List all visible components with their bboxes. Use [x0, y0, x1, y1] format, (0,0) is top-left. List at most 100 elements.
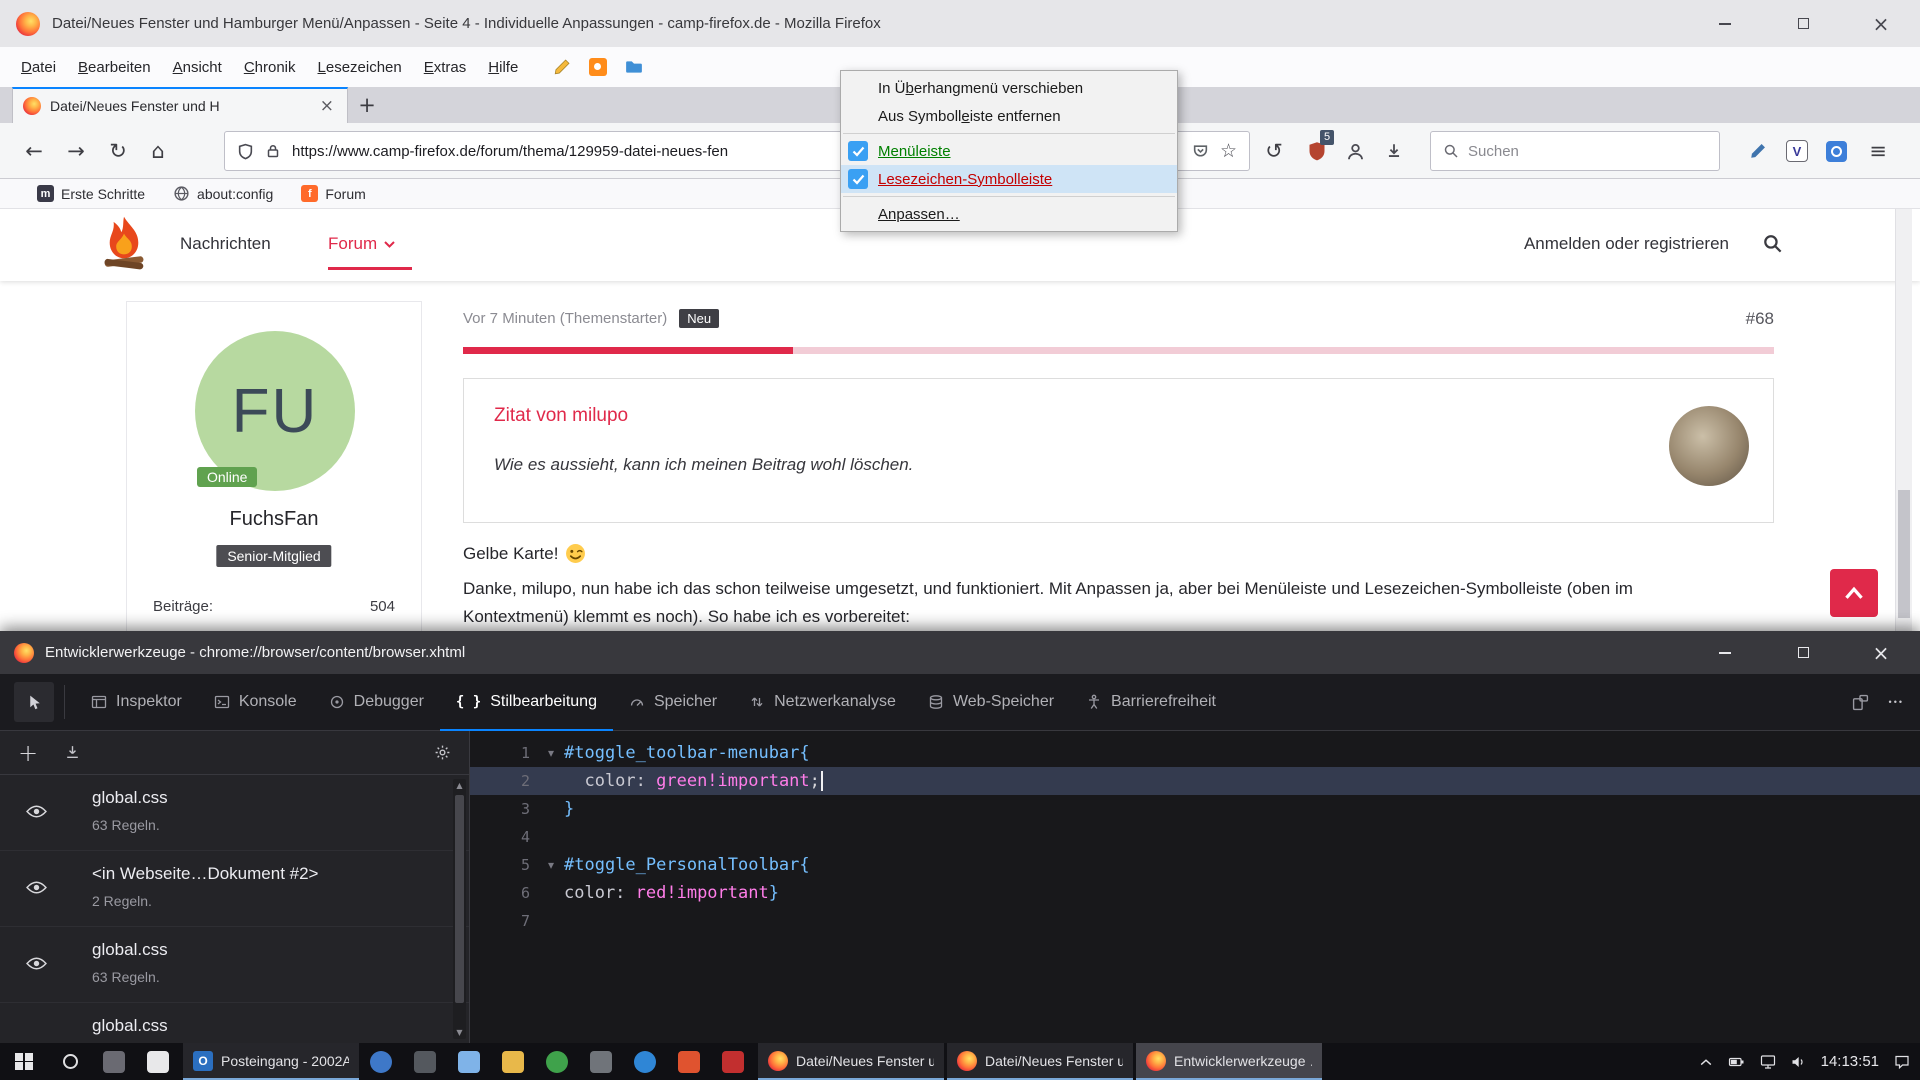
quoted-user-avatar[interactable] — [1669, 406, 1749, 486]
menu-lesezeichen[interactable]: Lesezeichen — [307, 55, 413, 80]
site-nav-forum[interactable]: Forum — [328, 234, 395, 254]
taskbar-app-icon[interactable] — [92, 1043, 136, 1080]
pencil-icon[interactable] — [553, 58, 571, 76]
css-code-editor[interactable]: 1 ▾ #toggle_toolbar-menubar{ 2 color: gr… — [470, 731, 1920, 1043]
taskbar-button-devtools[interactable]: Entwicklerwerkzeuge … — [1136, 1043, 1322, 1080]
network-icon[interactable] — [1760, 1054, 1776, 1069]
menu-hilfe[interactable]: Hilfe — [477, 55, 529, 80]
fold-arrow-icon[interactable]: ▾ — [538, 851, 564, 879]
visibility-eye-icon[interactable] — [26, 957, 47, 970]
container-icon[interactable] — [1816, 131, 1856, 171]
taskbar-clock[interactable]: 14:13:51 — [1821, 1053, 1879, 1070]
post-timestamp[interactable]: Vor 7 Minuten (Themenstarter) — [463, 310, 667, 327]
code-line[interactable]: 3 } — [470, 795, 1920, 823]
tracking-shield-icon[interactable] — [237, 143, 254, 160]
bookmark-erste-schritte[interactable]: m Erste Schritte — [26, 185, 156, 202]
menu-item-remove-from-toolbar[interactable]: Aus Symbolleiste entfernen — [841, 102, 1177, 130]
search-bar[interactable] — [1430, 131, 1720, 171]
minimize-button[interactable] — [1686, 0, 1764, 47]
taskbar-app-icon[interactable] — [535, 1043, 579, 1080]
reload-button[interactable]: ↻ — [98, 131, 138, 171]
fold-arrow-icon[interactable]: ▾ — [538, 739, 564, 767]
sidebar-scrollbar[interactable]: ▲ ▼ — [453, 779, 466, 1039]
start-button[interactable] — [0, 1043, 48, 1080]
bookmark-forum[interactable]: f Forum — [290, 185, 376, 202]
close-button[interactable]: × — [1842, 631, 1920, 674]
visibility-eye-icon[interactable] — [26, 881, 47, 894]
meatball-menu-icon[interactable]: ••• — [1889, 697, 1904, 707]
history-icon[interactable]: ↺ — [1254, 131, 1294, 171]
home-button[interactable]: ⌂ — [138, 131, 178, 171]
scrollbar-thumb[interactable] — [455, 795, 464, 1003]
stylesheet-item[interactable]: global.css — [0, 1003, 469, 1043]
menu-extras[interactable]: Extras — [413, 55, 478, 80]
minimize-button[interactable] — [1686, 631, 1764, 674]
taskbar-button-firefox-1[interactable]: Datei/Neues Fenster u… — [758, 1043, 944, 1080]
forward-button[interactable]: → — [56, 131, 96, 171]
browser-scrollbar[interactable] — [1895, 209, 1912, 631]
back-button[interactable]: ← — [14, 131, 54, 171]
search-input[interactable] — [1468, 143, 1707, 160]
taskbar-app-icon[interactable] — [579, 1043, 623, 1080]
taskbar-button-firefox-2[interactable]: Datei/Neues Fenster u… — [947, 1043, 1133, 1080]
taskbar-app-icon[interactable] — [403, 1043, 447, 1080]
browser-tab[interactable]: Datei/Neues Fenster und H × — [12, 87, 348, 123]
menu-item-customize[interactable]: Anpassen… — [841, 200, 1177, 228]
maximize-button[interactable] — [1764, 631, 1842, 674]
bookmark-star-icon[interactable]: ☆ — [1220, 140, 1237, 162]
tab-accessibility[interactable]: Barrierefreiheit — [1070, 674, 1232, 730]
menu-ansicht[interactable]: Ansicht — [162, 55, 233, 80]
scrollbar-thumb[interactable] — [1898, 490, 1910, 618]
import-stylesheet-icon[interactable] — [64, 744, 81, 761]
notification-center-icon[interactable] — [1894, 1054, 1910, 1069]
taskbar-app-icon[interactable] — [447, 1043, 491, 1080]
edit-pencil-icon[interactable] — [1738, 131, 1778, 171]
menu-item-move-to-overflow[interactable]: In Überhangmenü verschieben — [841, 74, 1177, 102]
taskbar-app-icon[interactable] — [136, 1043, 180, 1080]
settings-gear-icon[interactable] — [434, 744, 451, 761]
account-icon[interactable] — [1335, 131, 1375, 171]
scroll-up-arrow[interactable]: ▲ — [453, 781, 466, 790]
taskbar-app-icon[interactable] — [711, 1043, 755, 1080]
orange-toolbar-icon[interactable] — [589, 58, 607, 76]
visibility-eye-icon[interactable] — [26, 805, 47, 818]
tray-chevron-up-icon[interactable] — [1699, 1056, 1713, 1067]
scroll-to-top-button[interactable] — [1830, 569, 1878, 617]
username[interactable]: FuchsFan — [127, 508, 421, 531]
code-line-active[interactable]: 2 color: green!important; — [470, 767, 1920, 795]
tab-network[interactable]: Netzwerkanalyse — [733, 674, 912, 730]
taskbar-app-icon[interactable] — [667, 1043, 711, 1080]
code-line[interactable]: 7 — [470, 907, 1920, 935]
tab-close-icon[interactable]: × — [317, 96, 337, 116]
menu-datei[interactable]: Datei — [10, 55, 67, 80]
tab-debugger[interactable]: Debugger — [313, 674, 440, 730]
taskbar-button-outlook[interactable]: O Posteingang - 2002An… — [183, 1043, 359, 1080]
hamburger-menu-icon[interactable]: ≡ — [1858, 131, 1898, 171]
battery-icon[interactable] — [1728, 1054, 1745, 1069]
lock-icon[interactable] — [265, 143, 281, 159]
scroll-down-arrow[interactable]: ▼ — [453, 1028, 466, 1037]
maximize-button[interactable] — [1764, 0, 1842, 47]
campfire-logo[interactable] — [98, 215, 150, 273]
menu-bearbeiten[interactable]: Bearbeiten — [67, 55, 162, 80]
menu-chronik[interactable]: Chronik — [233, 55, 307, 80]
stylesheet-item[interactable]: <in Webseite…Dokument #2> 2 Regeln. — [0, 851, 469, 927]
new-stylesheet-button[interactable]: + — [18, 741, 38, 765]
site-nav-nachrichten[interactable]: Nachrichten — [180, 234, 271, 254]
tab-style-editor[interactable]: { } Stilbearbeitung — [440, 674, 613, 730]
bookmark-about-config[interactable]: about:config — [162, 185, 284, 202]
taskbar-app-icon[interactable] — [623, 1043, 667, 1080]
posts-count[interactable]: 504 — [370, 598, 395, 615]
pocket-icon[interactable] — [1192, 143, 1209, 160]
code-line[interactable]: 4 — [470, 823, 1920, 851]
pick-element-button[interactable] — [14, 682, 54, 722]
volume-icon[interactable] — [1791, 1054, 1806, 1069]
taskbar-app-icon[interactable] — [359, 1043, 403, 1080]
close-button[interactable]: × — [1842, 0, 1920, 47]
download-icon[interactable] — [1374, 131, 1414, 171]
code-line[interactable]: 1 ▾ #toggle_toolbar-menubar{ — [470, 739, 1920, 767]
tab-storage[interactable]: Web-Speicher — [912, 674, 1070, 730]
stylesheet-item[interactable]: global.css 63 Regeln. — [0, 927, 469, 1003]
responsive-mode-icon[interactable] — [1852, 694, 1869, 711]
code-line[interactable]: 5 ▾ #toggle_PersonalToolbar{ — [470, 851, 1920, 879]
